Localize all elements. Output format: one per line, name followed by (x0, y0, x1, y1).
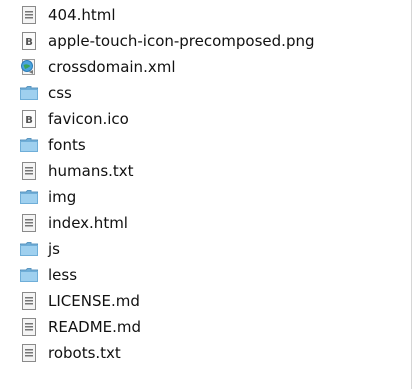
finder-file-list: 404.html B apple-touch-icon-precomposed.… (0, 0, 412, 389)
file-name: README.md (48, 318, 142, 336)
file-row-img-folder[interactable]: img (20, 184, 411, 210)
file-name: css (48, 84, 72, 102)
image-file-icon: B (20, 110, 38, 128)
file-row-404-html[interactable]: 404.html (20, 2, 411, 28)
folder-icon (20, 136, 38, 154)
folder-icon (20, 240, 38, 258)
file-name: humans.txt (48, 162, 134, 180)
svg-text:B: B (25, 115, 33, 126)
file-name: favicon.ico (48, 110, 129, 128)
file-name: apple-touch-icon-precomposed.png (48, 32, 315, 50)
text-file-icon (20, 292, 38, 310)
file-name: LICENSE.md (48, 292, 140, 310)
file-row-readme-md[interactable]: README.md (20, 314, 411, 340)
file-row-index-html[interactable]: index.html (20, 210, 411, 236)
file-row-js-folder[interactable]: js (20, 236, 411, 262)
html-file-icon (20, 214, 38, 232)
folder-icon (20, 266, 38, 284)
file-name: index.html (48, 214, 128, 232)
xml-file-icon (20, 58, 38, 76)
image-file-icon: B (20, 32, 38, 50)
svg-text:B: B (25, 37, 33, 48)
file-name: img (48, 188, 77, 206)
file-name: less (48, 266, 78, 284)
file-name: crossdomain.xml (48, 58, 176, 76)
file-name: 404.html (48, 6, 116, 24)
text-file-icon (20, 162, 38, 180)
file-name: fonts (48, 136, 86, 154)
text-file-icon (20, 344, 38, 362)
file-name: robots.txt (48, 344, 121, 362)
text-file-icon (20, 318, 38, 336)
file-row-apple-touch-icon[interactable]: B apple-touch-icon-precomposed.png (20, 28, 411, 54)
file-row-less-folder[interactable]: less (20, 262, 411, 288)
file-row-favicon-ico[interactable]: B favicon.ico (20, 106, 411, 132)
file-row-css-folder[interactable]: css (20, 80, 411, 106)
html-file-icon (20, 6, 38, 24)
folder-icon (20, 84, 38, 102)
folder-icon (20, 188, 38, 206)
file-name: js (48, 240, 60, 258)
file-row-crossdomain-xml[interactable]: crossdomain.xml (20, 54, 411, 80)
file-row-fonts-folder[interactable]: fonts (20, 132, 411, 158)
file-row-robots-txt[interactable]: robots.txt (20, 340, 411, 366)
file-row-license-md[interactable]: LICENSE.md (20, 288, 411, 314)
file-row-humans-txt[interactable]: humans.txt (20, 158, 411, 184)
